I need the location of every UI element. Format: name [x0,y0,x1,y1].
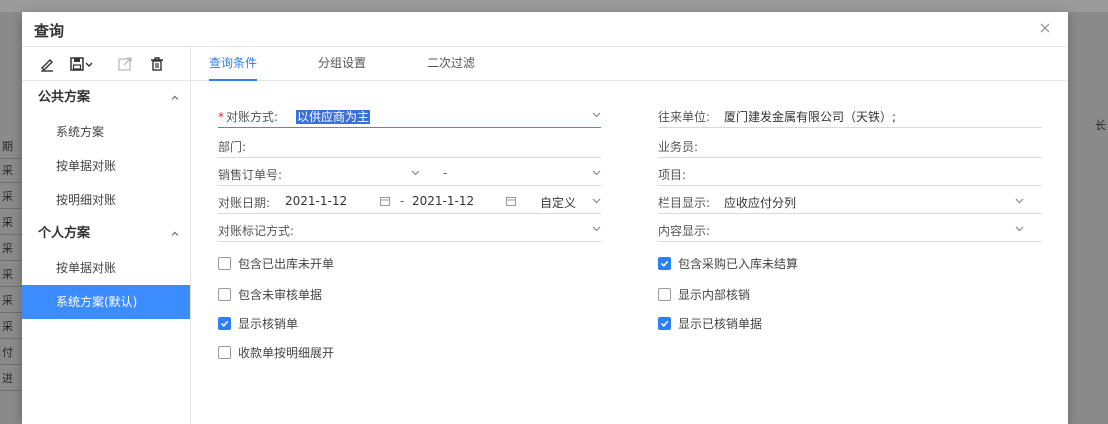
scheme-item-by-detail[interactable]: 按明细对账 [22,183,190,217]
close-icon[interactable] [1038,21,1052,35]
salesman-label: 业务员: [658,140,699,154]
chevron-down-icon[interactable] [592,112,601,118]
background-row: 采 [0,186,24,209]
content-display-label: 内容显示: [658,224,711,238]
scheme-group-personal[interactable]: 个人方案 [22,217,190,251]
checkbox-show-written-off[interactable]: 显示已核销单据 [658,315,762,331]
mark-method-label: 对账标记方式: [218,224,295,238]
checkbox-box[interactable] [218,256,231,270]
checkbox-box-checked[interactable] [658,316,671,330]
scheme-item-system-default[interactable]: 系统方案(默认) [22,285,190,319]
checkbox-box-checked[interactable] [658,256,671,270]
background-row: 进 [0,368,24,391]
tab-group-settings[interactable]: 分组设置 [318,47,366,79]
check-icon [220,320,229,327]
tab-secondary-filter[interactable]: 二次过滤 [427,47,475,79]
query-main-panel: 查询条件 分组设置 二次过滤 * 对账方式: 以供应商为主 部门: 销售订单号: … [191,47,1068,424]
scheme-item-system[interactable]: 系统方案 [22,115,190,149]
checkbox-box[interactable] [658,287,671,301]
content-display-select[interactable]: 内容显示: [658,219,1042,242]
checkbox-box-checked[interactable] [218,316,231,330]
chevron-down-icon[interactable] [592,198,601,204]
background-toolbar [0,0,1108,12]
partner-value: 厦门建发金属有限公司（天铁）; [724,110,897,124]
column-display-value: 应收应付分列 [724,196,797,210]
dialog-header: 查询 [22,12,1068,47]
scheme-group-public[interactable]: 公共方案 [22,81,190,115]
background-row: 采 [0,290,24,313]
background-row: 采 [0,160,24,183]
check-icon [660,320,669,327]
chevron-down-icon[interactable] [592,226,601,232]
scheme-sidebar: 公共方案 系统方案 按单据对账 按明细对账 个人方案 按单据对账 系统方案(默认… [22,47,191,424]
project-field[interactable]: 项目: [658,163,1042,186]
partner-label: 往来单位: [658,110,711,124]
edit-icon[interactable] [38,55,56,73]
checkbox-label: 包含未审核单据 [238,287,323,302]
export-icon[interactable] [116,55,134,73]
range-separator: - [443,166,448,180]
reconcile-method-label: * 对账方式: [218,110,279,124]
scheme-item-personal-by-document[interactable]: 按单据对账 [22,251,190,285]
column-display-select[interactable]: 栏目显示: 应收应付分列 [658,191,1042,214]
checkbox-include-unaudited[interactable]: 包含未审核单据 [218,286,322,302]
date-to-input[interactable]: 2021-1-12 [412,194,474,208]
query-dialog: 查询 公共方案 系统方案 按单据对账 按明细对账 个人方案 按单据对账 系统方案… [22,12,1068,424]
checkbox-label: 显示核销单 [238,316,299,331]
reconcile-date-field[interactable]: 对账日期: 2021-1-12 - 2021-1-12 自定义 [218,191,601,214]
mark-method-select[interactable]: 对账标记方式: [218,219,601,242]
chevron-down-icon[interactable] [411,170,420,176]
chevron-up-icon[interactable] [170,229,180,239]
background-row: 采 [0,238,24,261]
checkbox-expand-receipts[interactable]: 收款单按明细展开 [218,344,334,360]
background-row: 采 [0,316,24,339]
checkbox-include-purchase-unsettled[interactable]: 包含采购已入库未结算 [658,255,798,271]
background-row: 期 [0,136,24,159]
column-display-label: 栏目显示: [658,196,711,210]
scheme-group-title: 公共方案 [38,90,91,105]
scheme-item-by-document[interactable]: 按单据对账 [22,149,190,183]
background-row: 采 [0,212,24,235]
calendar-icon[interactable] [380,196,390,206]
checkbox-label: 显示内部核销 [678,287,751,302]
reconcile-method-value: 以供应商为主 [296,110,371,124]
background-row: 付 [0,342,24,365]
checkbox-show-writeoff[interactable]: 显示核销单 [218,315,298,331]
tab-bar: 查询条件 分组设置 二次过滤 [191,47,1068,81]
chevron-down-icon[interactable] [84,55,94,73]
date-from-input[interactable]: 2021-1-12 [285,194,347,208]
salesman-field[interactable]: 业务员: [658,135,1042,158]
chevron-down-icon[interactable] [592,170,601,176]
check-icon [660,260,669,267]
checkbox-box[interactable] [218,345,231,359]
reconcile-method-select[interactable]: * 对账方式: 以供应商为主 [218,105,601,128]
reconcile-date-label: 对账日期: [218,196,271,210]
partner-field[interactable]: 往来单位: 厦门建发金属有限公司（天铁）; [658,105,1042,128]
range-separator: - [400,194,405,208]
scheme-toolbar [22,47,190,81]
checkbox-label: 显示已核销单据 [678,316,763,331]
scheme-group-title: 个人方案 [38,226,91,241]
department-field[interactable]: 部门: [218,135,601,158]
dialog-title: 查询 [34,22,65,40]
date-mode-select[interactable]: 自定义 [540,194,576,211]
chevron-down-icon[interactable] [1015,198,1024,204]
sales-order-field[interactable]: 销售订单号: - [218,163,601,186]
checkbox-show-internal-writeoff[interactable]: 显示内部核销 [658,286,750,302]
background-row: 采 [0,264,24,287]
department-label: 部门: [218,140,247,154]
chevron-up-icon[interactable] [170,93,180,103]
checkbox-label: 包含采购已入库未结算 [678,256,799,271]
checkbox-label: 收款单按明细展开 [238,345,335,360]
project-label: 项目: [658,168,687,182]
checkbox-box[interactable] [218,287,231,301]
background-column-header: 长 [1095,119,1106,132]
delete-icon[interactable] [148,55,166,73]
checkbox-label: 包含已出库未开单 [238,256,335,271]
calendar-icon[interactable] [506,196,516,206]
tab-query-conditions[interactable]: 查询条件 [209,47,258,81]
sales-order-label: 销售订单号: [218,168,283,182]
chevron-down-icon[interactable] [1015,226,1024,232]
checkbox-include-shipped-unbilled[interactable]: 包含已出库未开单 [218,255,334,271]
